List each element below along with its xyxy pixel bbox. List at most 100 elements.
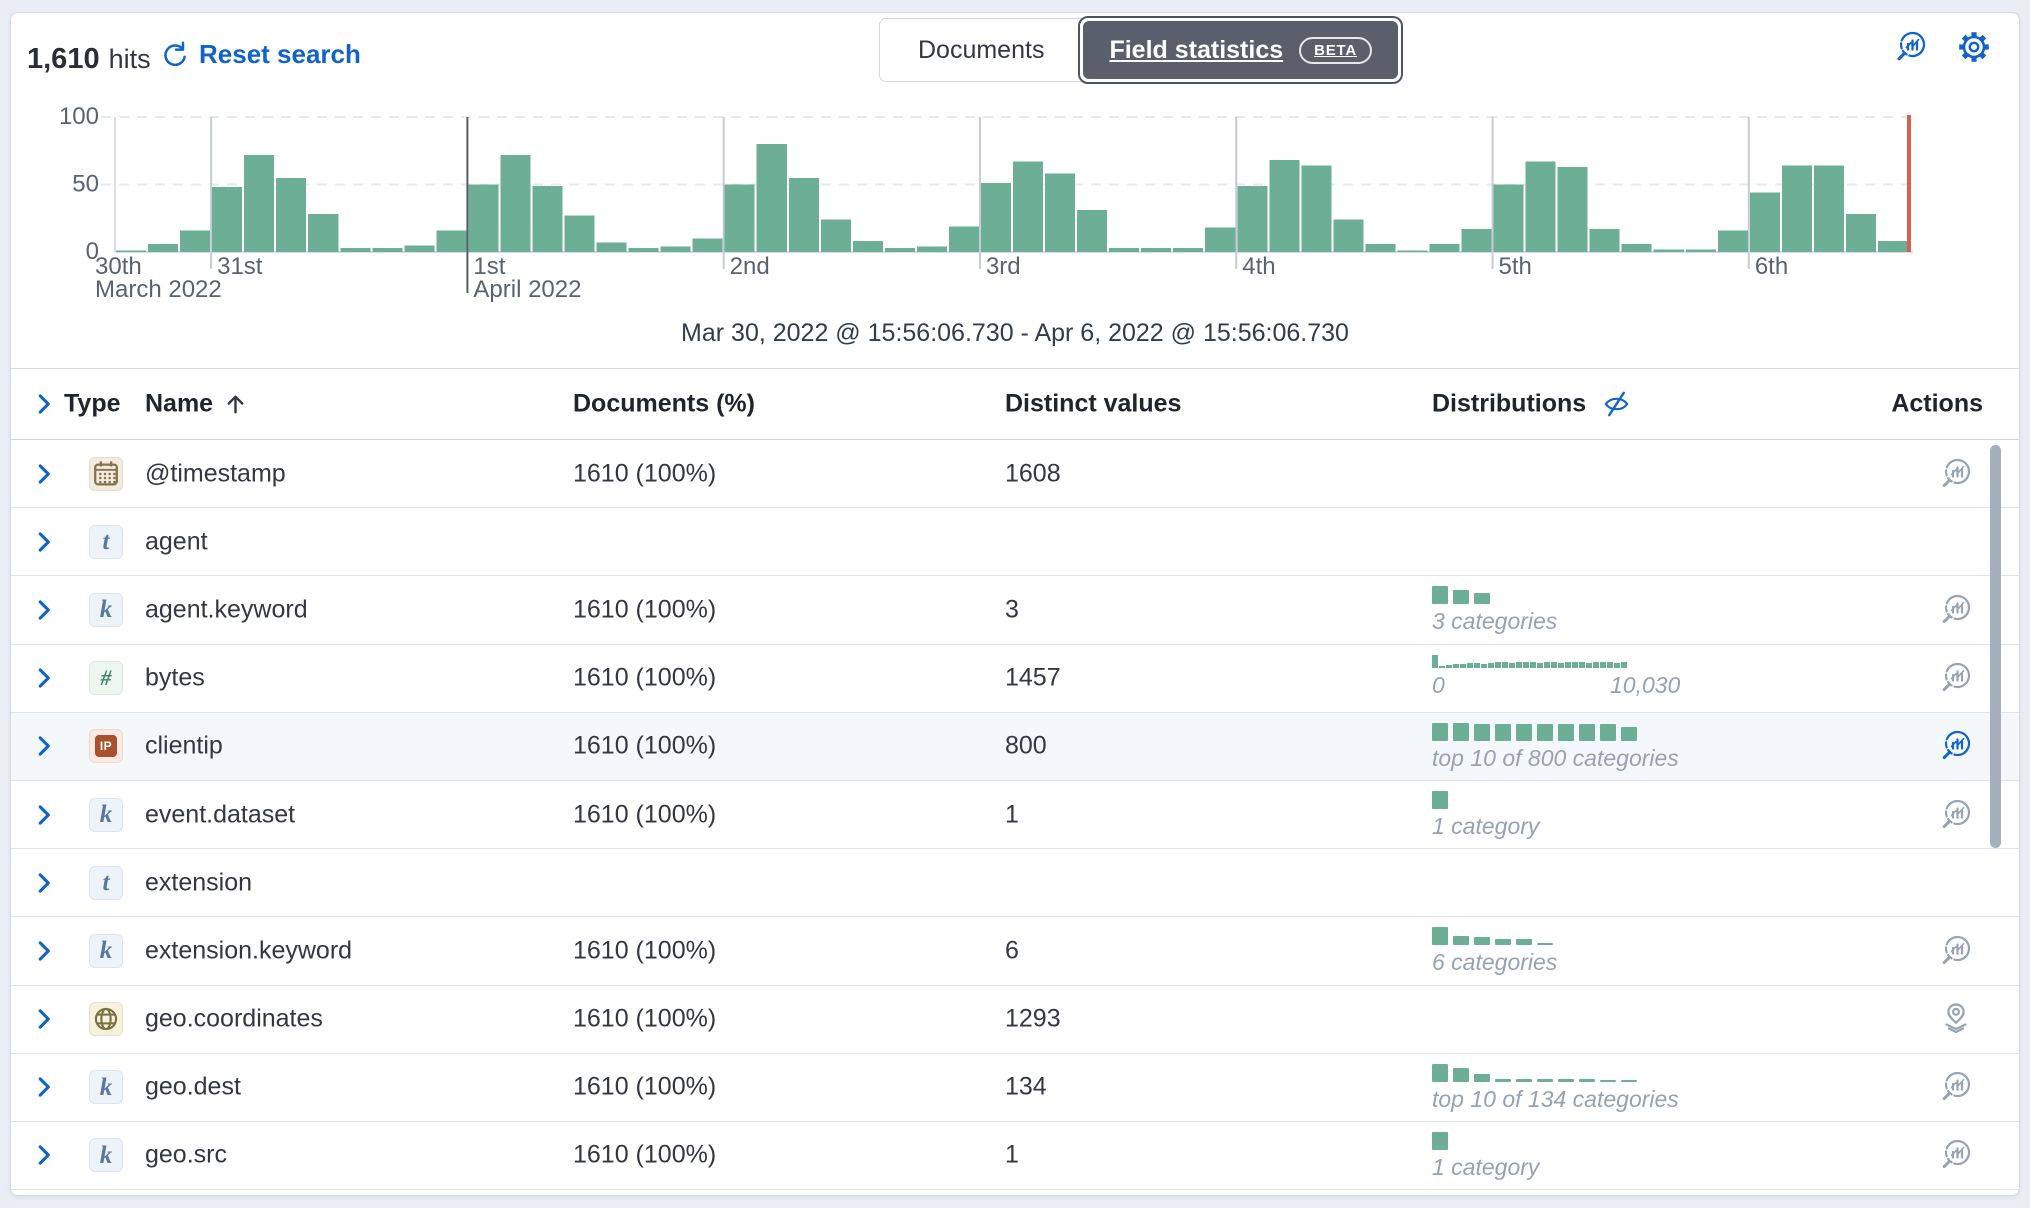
table-row[interactable]: textension <box>11 849 2019 917</box>
histogram-bar <box>244 155 274 252</box>
histogram-bar <box>949 226 979 252</box>
histogram-bar <box>1205 228 1235 252</box>
table-row[interactable]: IPclientip1610 (100%)800top 10 of 800 ca… <box>11 713 2019 781</box>
beta-badge: BETA <box>1299 37 1372 64</box>
histogram-bar <box>597 243 627 252</box>
expand-row-chevron-icon[interactable] <box>31 938 57 964</box>
table-row[interactable]: kextension.keyword1610 (100%)66 categori… <box>11 917 2019 985</box>
table-row[interactable]: kevent.dataset1610 (100%)11 category <box>11 781 2019 849</box>
hits-label: hits <box>109 44 151 74</box>
expand-row-chevron-icon[interactable] <box>31 597 57 623</box>
expand-row-chevron-icon[interactable] <box>31 802 57 828</box>
histogram-bar <box>404 245 434 252</box>
histogram-bar <box>1269 160 1299 252</box>
distinct-values: 6 <box>1005 936 1019 965</box>
svg-text:0: 0 <box>86 238 99 265</box>
field-stats-action-button[interactable] <box>1939 593 1973 627</box>
field-statistics-tab-ring: Field statistics BETA <box>1078 16 1403 84</box>
keyword-type-icon: k <box>89 798 123 832</box>
table-row[interactable]: geo.coordinates1610 (100%)1293 <box>11 986 2019 1054</box>
svg-text:2nd: 2nd <box>730 253 770 280</box>
distribution-preview: 3 categories <box>1432 585 1557 635</box>
svg-text:March 2022: March 2022 <box>95 276 222 303</box>
expand-row-chevron-icon[interactable] <box>31 1142 57 1168</box>
keyword-type-icon: k <box>89 934 123 968</box>
histogram-bar <box>757 144 787 252</box>
reset-search-button[interactable]: Reset search <box>161 39 361 70</box>
histogram-bar <box>853 241 883 252</box>
distributions-header-label: Distributions <box>1432 390 1586 419</box>
field-stats-action-button[interactable] <box>1939 661 1973 695</box>
documents-tab[interactable]: Documents <box>879 18 1083 82</box>
text-type-icon: t <box>89 866 123 900</box>
table-row[interactable]: #bytes1610 (100%)1457010,030 <box>11 645 2019 713</box>
column-header-name[interactable]: Name <box>145 390 248 419</box>
distribution-label: 3 categories <box>1432 608 1557 635</box>
svg-text:April 2022: April 2022 <box>473 276 581 303</box>
histogram-bar <box>1013 162 1043 252</box>
view-on-map-action-button[interactable] <box>1939 1002 1973 1036</box>
expand-row-chevron-icon[interactable] <box>31 529 57 555</box>
histogram-bar <box>885 248 915 252</box>
histogram-bar <box>1622 244 1652 252</box>
gear-icon[interactable] <box>1957 30 1991 64</box>
expand-row-chevron-icon[interactable] <box>31 665 57 691</box>
documents-percent: 1610 (100%) <box>573 1141 716 1170</box>
field-statistics-icon[interactable] <box>1894 30 1928 64</box>
expand-row-chevron-icon[interactable] <box>31 733 57 759</box>
svg-text:3rd: 3rd <box>986 253 1021 280</box>
field-stats-action-button[interactable] <box>1939 457 1973 491</box>
svg-text:100: 100 <box>59 103 99 130</box>
field-name: geo.dest <box>145 1073 241 1102</box>
distinct-values: 1293 <box>1005 1005 1061 1034</box>
distribution-label: 1 category <box>1432 1154 1539 1181</box>
svg-text:6th: 6th <box>1755 253 1788 280</box>
histogram-bar <box>789 178 819 252</box>
column-header-actions: Actions <box>1841 390 1983 419</box>
table-row[interactable]: tagent <box>11 508 2019 576</box>
histogram-bar <box>1814 166 1844 252</box>
time-histogram[interactable]: 30thMarch 202231st1stApril 20222nd3rd4th… <box>11 97 2019 311</box>
expand-row-chevron-icon[interactable] <box>31 1006 57 1032</box>
documents-percent: 1610 (100%) <box>573 1073 716 1102</box>
distinct-values: 1 <box>1005 800 1019 829</box>
table-row[interactable]: kgeo.dest1610 (100%)134top 10 of 134 cat… <box>11 1054 2019 1122</box>
field-stats-action-button[interactable] <box>1939 798 1973 832</box>
table-row[interactable]: @timestamp1610 (100%)1608 <box>11 440 2019 508</box>
expand-all-chevron-icon[interactable] <box>31 391 57 417</box>
field-stats-action-button[interactable] <box>1939 1138 1973 1172</box>
table-row[interactable]: kagent.keyword1610 (100%)33 categories <box>11 576 2019 644</box>
distribution-min-label: 0 <box>1432 672 1445 699</box>
histogram-bar <box>917 247 947 252</box>
histogram-bar <box>1846 214 1876 252</box>
ip-type-icon: IP <box>89 729 123 763</box>
hide-distributions-eye-icon[interactable] <box>1601 389 1632 420</box>
vertical-scrollbar[interactable] <box>1990 445 2001 848</box>
field-stats-action-button[interactable] <box>1939 1070 1973 1104</box>
expand-row-chevron-icon[interactable] <box>31 1074 57 1100</box>
table-header: Type Name Documents (%) Distinct values … <box>11 368 2019 440</box>
keyword-type-icon: k <box>89 1138 123 1172</box>
histogram-bar <box>1173 248 1203 252</box>
table-row[interactable]: kgeo.src1610 (100%)11 category <box>11 1122 2019 1190</box>
field-name: agent <box>145 527 208 556</box>
distribution-label: 6 categories <box>1432 949 1557 976</box>
expand-row-chevron-icon[interactable] <box>31 870 57 896</box>
field-statistics-tab[interactable]: Field statistics BETA <box>1083 21 1398 79</box>
time-range-end-marker <box>1907 115 1911 252</box>
histogram-bar <box>500 155 530 252</box>
column-header-distributions: Distributions <box>1432 389 1632 420</box>
field-stats-action-button[interactable] <box>1939 934 1973 968</box>
field-stats-action-button[interactable] <box>1939 729 1973 763</box>
field-name: geo.src <box>145 1141 227 1170</box>
column-header-distinct-values: Distinct values <box>1005 390 1181 419</box>
distinct-values: 1457 <box>1005 664 1061 693</box>
histogram-bar <box>116 251 146 252</box>
distribution-label: 1 category <box>1432 813 1539 840</box>
field-statistics-panel: 1,610hits Reset search Documents Field s… <box>10 12 2020 1196</box>
date-type-icon <box>89 457 123 491</box>
distribution-max-label: 10,030 <box>1610 672 1680 699</box>
expand-row-chevron-icon[interactable] <box>31 461 57 487</box>
histogram-bar <box>1333 220 1363 252</box>
keyword-type-icon: k <box>89 593 123 627</box>
